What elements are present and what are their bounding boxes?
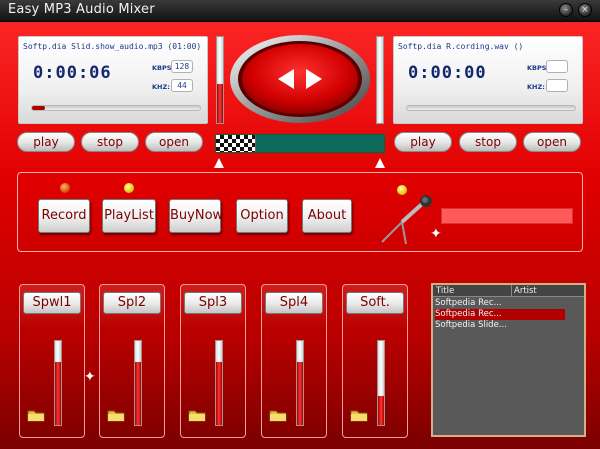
channel-2-button[interactable]: Spl2 (103, 292, 161, 314)
playlist-column-artist[interactable]: Artist (511, 285, 537, 297)
playlist-button[interactable]: PlayList (102, 199, 156, 233)
playlist-row[interactable]: Softpedia Slide... (435, 320, 565, 331)
left-open-button[interactable]: open (145, 132, 203, 152)
record-indicator-led (60, 183, 70, 193)
playlist-indicator-led (124, 183, 134, 193)
playlist-header: Title Artist (433, 285, 584, 297)
right-deck-seek-bar[interactable] (406, 105, 576, 111)
channel-5-button[interactable]: Soft. (346, 292, 404, 314)
left-stop-button[interactable]: stop (81, 132, 139, 152)
right-deck-khz-label: KHZ: (527, 83, 545, 91)
left-deck-seek-fill (32, 106, 46, 110)
channel-5-folder-icon[interactable] (350, 408, 368, 422)
channel-1-folder-icon[interactable] (27, 408, 45, 422)
right-deck-khz-value (546, 79, 568, 92)
left-deck-seek-bar[interactable] (31, 105, 201, 111)
minimize-button[interactable]: – (559, 3, 573, 17)
microphone-level-bar (441, 208, 573, 224)
right-play-button[interactable]: play (394, 132, 452, 152)
channel-1-volume-slider[interactable] (54, 340, 62, 426)
left-deck-kbps-value: 128 (171, 60, 193, 73)
close-button[interactable]: × (578, 3, 592, 17)
channel-3-button[interactable]: Spl3 (184, 292, 242, 314)
left-deck-khz-value: 44 (171, 79, 193, 92)
left-deck-display: Softp.dia Slid.show_audio.mp3 (01:00) 0:… (18, 36, 208, 124)
channel-4-volume-slider[interactable] (296, 340, 304, 426)
playlist-panel[interactable]: Title Artist Softpedia Rec... Softpedia … (431, 283, 586, 437)
buy-now-button[interactable]: BuyNow (169, 199, 223, 233)
right-open-button[interactable]: open (523, 132, 581, 152)
prev-next-disc-icon[interactable] (228, 34, 372, 124)
playlist-row-selected[interactable]: Softpedia Rec... (435, 309, 565, 320)
channel-5-volume-slider[interactable] (377, 340, 385, 426)
crossfader-handle[interactable] (216, 135, 256, 152)
right-deck-time: 0:00:00 (408, 63, 487, 83)
record-button[interactable]: Record (38, 199, 90, 233)
right-deck-display: Softp.dia R.cording.wav () 0:00:00 KBPS:… (393, 36, 583, 124)
channel-1-volume-fill (55, 362, 61, 425)
playlist-row[interactable]: Softpedia Rec... (435, 298, 565, 309)
channel-3-volume-fill (216, 362, 222, 425)
right-deck-kbps-value (546, 60, 568, 73)
channel-4-volume-fill (297, 362, 303, 425)
channel-1-button[interactable]: Spwl1 (23, 292, 81, 314)
right-deck-volume-slider[interactable] (376, 36, 384, 124)
window-title: Easy MP3 Audio Mixer (8, 2, 155, 17)
channel-3-volume-slider[interactable] (215, 340, 223, 426)
crossfader-left-marker (214, 158, 224, 168)
left-deck-volume-slider[interactable] (216, 36, 224, 124)
microphone-icon (381, 195, 432, 244)
left-deck-khz-label: KHZ: (152, 83, 170, 91)
channel-4-button[interactable]: Spl4 (265, 292, 323, 314)
about-button[interactable]: About (302, 199, 352, 233)
title-bar[interactable]: Easy MP3 Audio Mixer – × (0, 0, 600, 22)
crossfader-right-marker (375, 158, 385, 168)
right-stop-button[interactable]: stop (459, 132, 517, 152)
channel-5-volume-fill (378, 395, 384, 425)
channel-2-volume-slider[interactable] (134, 340, 142, 426)
sparkle-icon: ✦ (84, 369, 96, 385)
left-deck-time: 0:00:06 (33, 63, 112, 83)
right-deck-filename: Softp.dia R.cording.wav () (398, 42, 524, 51)
channel-2-folder-icon[interactable] (107, 408, 125, 422)
crossfader-slider[interactable] (215, 134, 385, 153)
playlist-column-title[interactable]: Title (436, 285, 454, 297)
left-deck-filename: Softp.dia Slid.show_audio.mp3 (01:00) (23, 42, 202, 51)
sparkle-icon: ✦ (430, 226, 442, 242)
app-window: Easy MP3 Audio Mixer – × Softp.dia Slid.… (0, 0, 600, 449)
left-deck-volume-fill (217, 84, 223, 123)
channel-4-folder-icon[interactable] (269, 408, 287, 422)
channel-3-folder-icon[interactable] (188, 408, 206, 422)
left-play-button[interactable]: play (17, 132, 75, 152)
option-button[interactable]: Option (236, 199, 288, 233)
channel-2-volume-fill (135, 362, 141, 425)
